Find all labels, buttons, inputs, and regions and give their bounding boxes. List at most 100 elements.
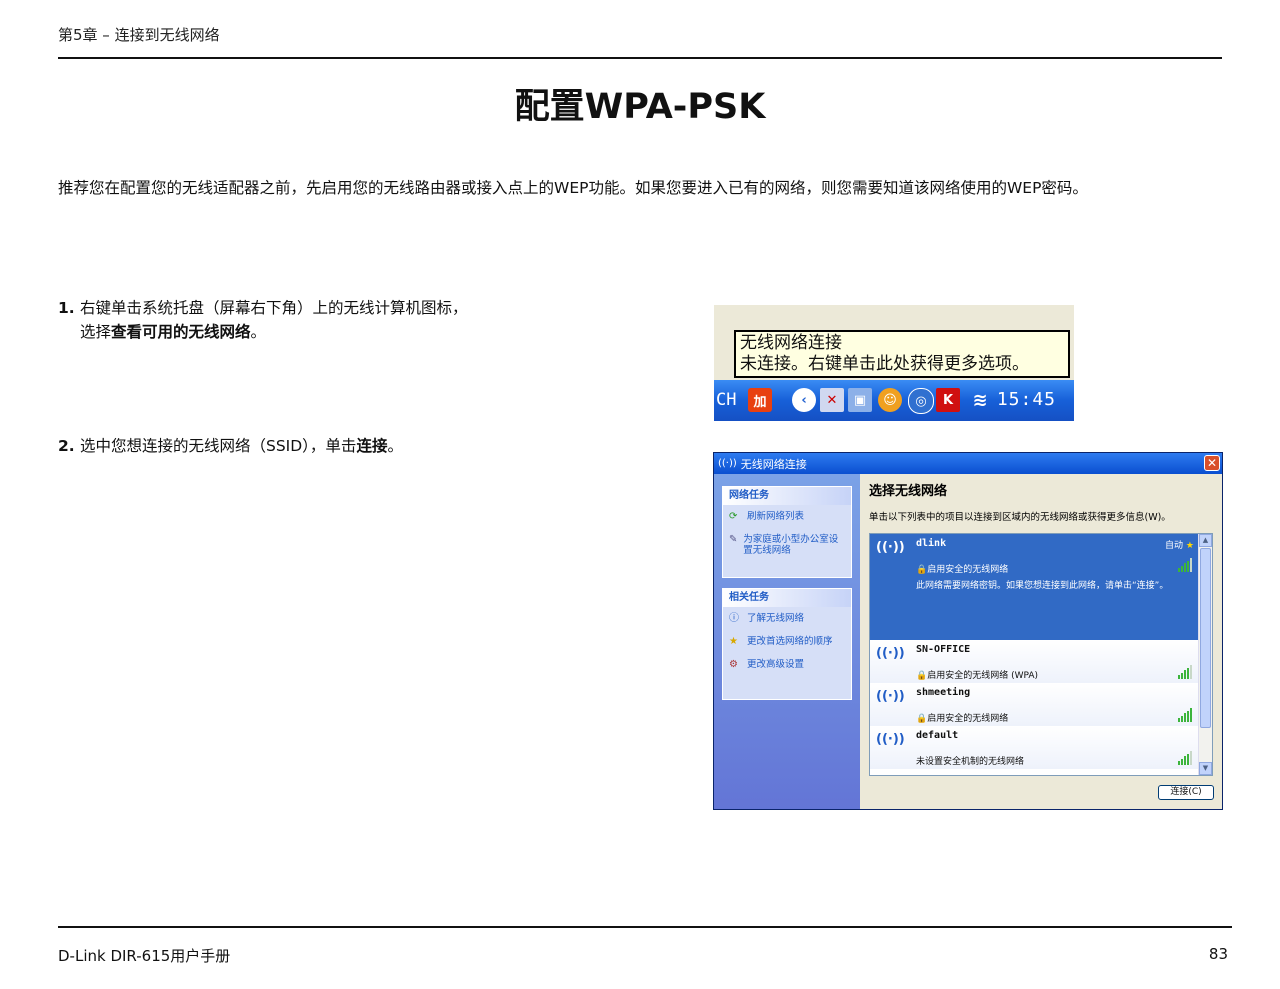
- chapter-header: 第5章 – 连接到无线网络: [58, 26, 220, 44]
- signal-strength: [1178, 558, 1192, 572]
- step-text: 选中您想连接的无线网络（SSID），单击: [80, 437, 357, 455]
- antenna-icon: ((·)): [876, 732, 905, 747]
- network-security: 🔒启用安全的无线网络 (WPA): [916, 671, 1039, 681]
- refresh-icon: ⟳: [729, 511, 738, 522]
- signal-bar: [1184, 563, 1186, 572]
- network-disconnected-icon[interactable]: ✕: [820, 388, 844, 412]
- signal-bar: [1187, 710, 1189, 722]
- lock-icon: 🔒: [916, 714, 928, 724]
- network-list-scrollbar[interactable]: ▲ ▼: [1198, 534, 1212, 775]
- page-title: 配置WPA-PSK: [514, 87, 766, 127]
- choose-network-description: 单击以下列表中的项目以连接到区域内的无线网络或获得更多信息(W)。: [869, 512, 1171, 523]
- dialog-title: 无线网络连接: [740, 457, 807, 471]
- wireless-icon: ((·)): [718, 458, 737, 469]
- choose-network-heading: 选择无线网络: [869, 484, 948, 499]
- signal-bar: [1181, 565, 1183, 572]
- scroll-down-button[interactable]: ▼: [1199, 762, 1212, 775]
- signal-bar: [1190, 558, 1192, 572]
- taskbar: CH 加 ‹ ✕ ▣ ☺ ◎ K ≋ 15:45: [714, 380, 1074, 421]
- intro-paragraph: 推荐您在配置您的无线适配器之前，先启用您的无线路由器或接入点上的WEP功能。如果…: [58, 179, 1088, 197]
- network-security: 🔒启用安全的无线网络: [916, 565, 1009, 575]
- step-keyword: 查看可用的无线网络: [111, 323, 251, 341]
- app-icon[interactable]: 加: [748, 388, 772, 412]
- related-tasks-heading: 相关任务: [723, 589, 851, 607]
- signal-bar: [1178, 568, 1180, 572]
- scroll-up-button[interactable]: ▲: [1199, 534, 1212, 547]
- network-tasks-panel: 网络任务 ⟳ 刷新网络列表 ✎ 为家庭或小型办公室设置无线网络: [722, 486, 852, 578]
- step-text: 右键单击系统托盘（屏幕右下角）上的无线计算机图标，: [80, 299, 468, 317]
- antenna-icon: ((·)): [876, 689, 905, 704]
- signal-bar: [1181, 715, 1183, 722]
- signal-strength: [1178, 708, 1192, 722]
- antenna-icon: ((·)): [876, 646, 905, 661]
- signal-strength: [1178, 665, 1192, 679]
- network-tasks-heading: 网络任务: [723, 487, 851, 505]
- star-icon: ★: [1185, 541, 1194, 551]
- dialog-titlebar: ((·)) 无线网络连接 ✕: [714, 453, 1222, 474]
- signal-bar: [1178, 675, 1180, 679]
- step-text: 选择: [80, 323, 112, 341]
- language-indicator[interactable]: CH: [716, 390, 736, 410]
- wireless-tooltip: 无线网络连接 未连接。右键单击此处获得更多选项。: [734, 330, 1070, 378]
- tooltip-message: 未连接。右键单击此处获得更多选项。: [740, 354, 1029, 374]
- network-item-default[interactable]: ((·)) default 未设置安全机制的无线网络: [870, 726, 1200, 769]
- signal-bar: [1184, 756, 1186, 765]
- star-icon: ★: [729, 636, 738, 647]
- antivirus-icon[interactable]: K: [936, 388, 960, 412]
- globe-icon[interactable]: ◎: [908, 388, 934, 414]
- connect-button[interactable]: 连接(C): [1158, 785, 1214, 800]
- page-number: 83: [1208, 945, 1228, 963]
- signal-bar: [1187, 753, 1189, 765]
- lock-icon: 🔒: [916, 565, 928, 575]
- network-icon[interactable]: ▣: [848, 388, 872, 412]
- signal-bar: [1187, 560, 1189, 572]
- wireless-dialog: ((·)) 无线网络连接 ✕ 网络任务 ⟳ 刷新网络列表 ✎ 为家庭或小型办公室设置…: [713, 452, 1223, 810]
- footer-manual-name: D-Link DIR-615用户手册: [58, 947, 231, 965]
- wireless-icon[interactable]: ≋: [968, 388, 992, 412]
- step-number: 1.: [58, 299, 75, 317]
- signal-bar: [1190, 751, 1192, 765]
- footer-rule: [58, 926, 1232, 928]
- close-button[interactable]: ✕: [1204, 455, 1220, 471]
- step-2: 2. 选中您想连接的无线网络（SSID），单击连接。: [58, 434, 403, 458]
- task-pane: 网络任务 ⟳ 刷新网络列表 ✎ 为家庭或小型办公室设置无线网络 相关任务 ⓘ 了解无线…: [714, 474, 860, 809]
- advanced-settings-link[interactable]: ⚙ 更改高级设置: [723, 653, 851, 676]
- auto-label: 自动 ★: [1165, 541, 1194, 551]
- clock: 15:45: [996, 389, 1056, 410]
- network-item-dlink[interactable]: ((·)) dlink 自动 ★ 🔒启用安全的无线网络 此网络需要网络密钥。如果…: [870, 534, 1200, 640]
- step-text: 。: [250, 323, 267, 341]
- step-text: 。: [387, 437, 403, 455]
- network-item-shmeeting[interactable]: ((·)) shmeeting 🔒启用安全的无线网络: [870, 683, 1200, 726]
- network-item-sn-office[interactable]: ((·)) SN-OFFICE 🔒启用安全的无线网络 (WPA): [870, 640, 1200, 683]
- step-1: 1. 右键单击系统托盘（屏幕右下角）上的无线计算机图标， 选择查看可用的无线网络。: [58, 296, 468, 344]
- network-security: 未设置安全机制的无线网络: [916, 757, 1025, 767]
- settings-icon: ⚙: [729, 659, 738, 670]
- step-keyword: 连接: [356, 437, 388, 455]
- step-number: 2.: [58, 437, 75, 455]
- info-icon: ⓘ: [729, 613, 739, 624]
- learn-wireless-link[interactable]: ⓘ 了解无线网络: [723, 607, 851, 630]
- smiley-icon[interactable]: ☺: [878, 388, 902, 412]
- related-tasks-panel: 相关任务 ⓘ 了解无线网络 ★ 更改首选网络的顺序 ⚙ 更改高级设置: [722, 588, 852, 700]
- wizard-icon: ✎: [729, 534, 738, 545]
- signal-bar: [1190, 665, 1192, 679]
- signal-bar: [1178, 718, 1180, 722]
- signal-strength: [1178, 751, 1192, 765]
- chevron-left-icon[interactable]: ‹: [792, 388, 816, 412]
- tooltip-title: 无线网络连接: [740, 333, 842, 353]
- network-detail: 此网络需要网络密钥。如果您想连接到此网络，请单击“连接”。: [916, 581, 1169, 591]
- network-security: 🔒启用安全的无线网络: [916, 714, 1009, 724]
- refresh-list-link[interactable]: ⟳ 刷新网络列表: [723, 505, 851, 528]
- antenna-icon: ((·)): [876, 540, 905, 555]
- scroll-thumb[interactable]: [1200, 548, 1211, 728]
- network-ssid: shmeeting: [916, 687, 971, 698]
- signal-bar: [1178, 761, 1180, 765]
- change-order-link[interactable]: ★ 更改首选网络的顺序: [723, 630, 851, 653]
- signal-bar: [1181, 758, 1183, 765]
- signal-bar: [1184, 670, 1186, 679]
- tray-screenshot: 无线网络连接 未连接。右键单击此处获得更多选项。 CH 加 ‹ ✕ ▣ ☺ ◎ …: [714, 305, 1074, 421]
- signal-bar: [1181, 672, 1183, 679]
- network-ssid: default: [916, 730, 959, 741]
- setup-network-link[interactable]: ✎ 为家庭或小型办公室设置无线网络: [723, 528, 851, 562]
- network-ssid: dlink: [916, 538, 947, 549]
